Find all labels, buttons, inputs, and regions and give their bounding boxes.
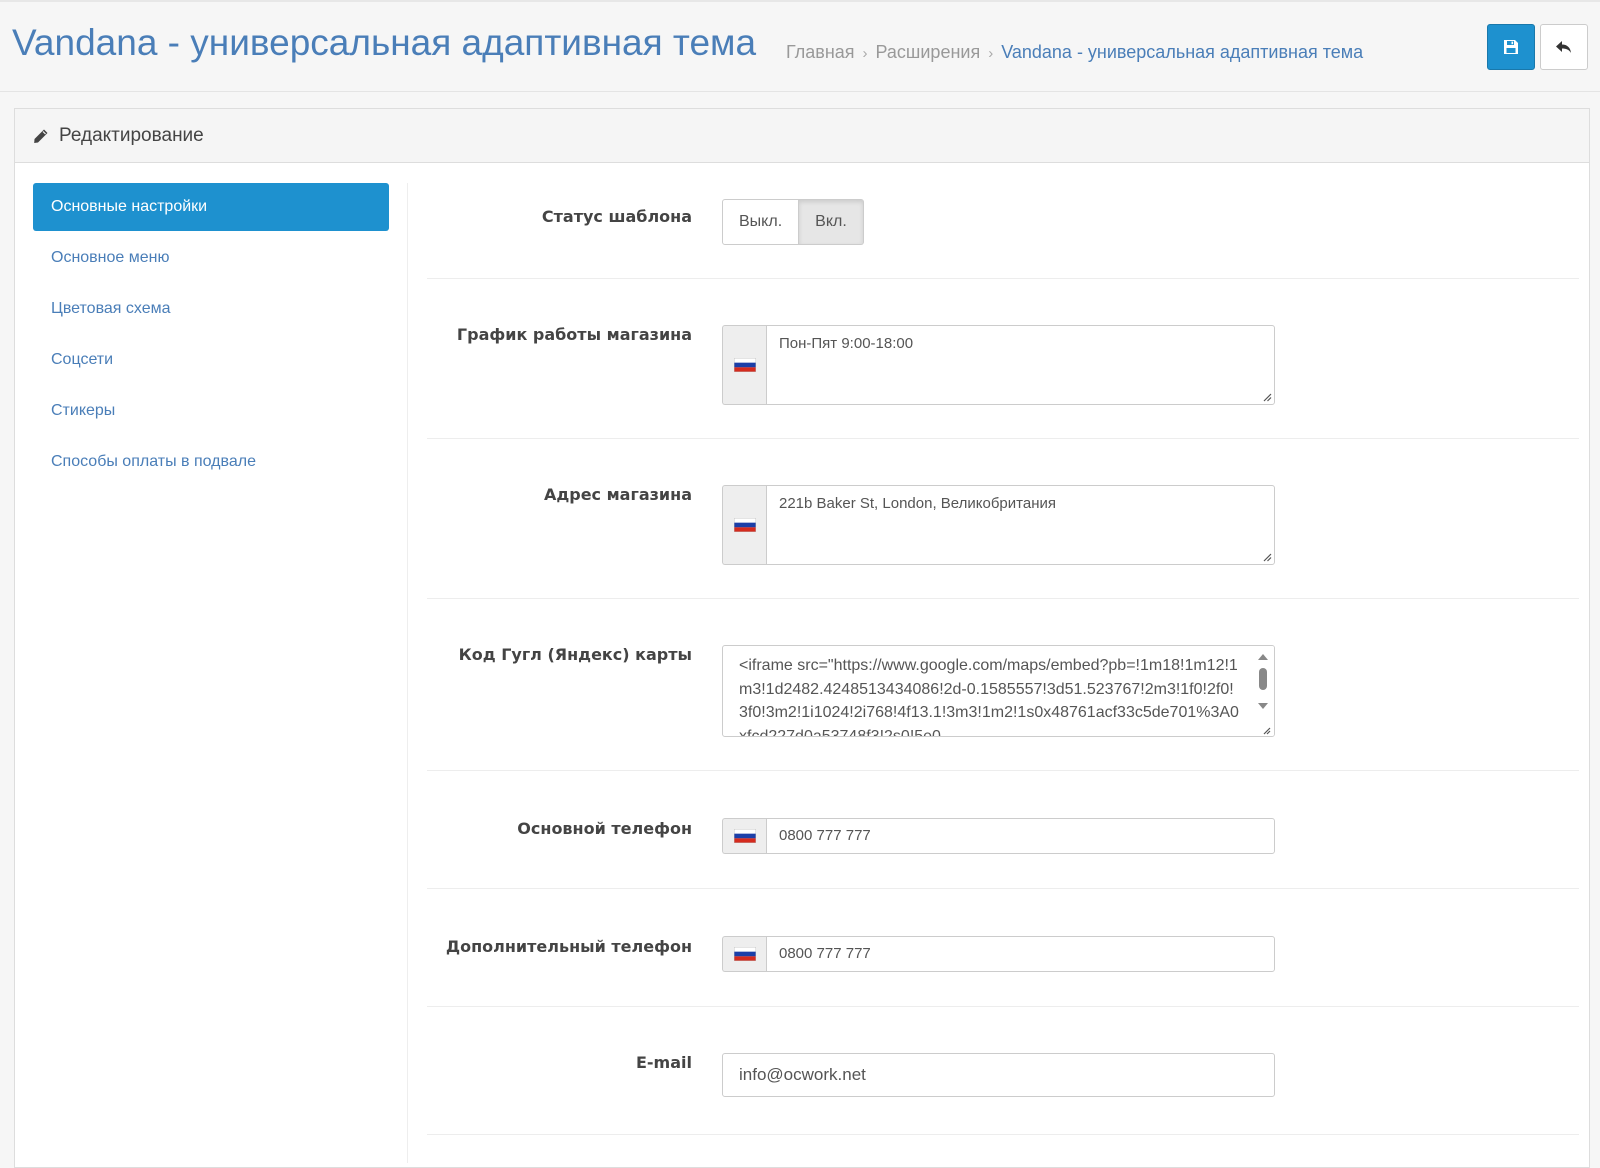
breadcrumb-home[interactable]: Главная [786,42,855,62]
resize-handle-icon[interactable] [1262,552,1272,562]
russia-flag-icon [734,358,756,372]
page-title: Vandana - универсальная адаптивная тема [12,22,757,63]
breadcrumb-extensions[interactable]: Расширения [876,42,981,62]
language-addon [722,818,766,854]
hours-value: Пон-Пят 9:00-18:00 [779,335,914,352]
floppy-disk-icon [1504,40,1518,54]
form-group-phone: Основной телефон 0800 777 777 [427,771,1579,889]
breadcrumb-current[interactable]: Vandana - универсальная адаптивная тема [1001,42,1363,62]
panel-title: Редактирование [59,124,204,146]
scrollbar-arrows-icon [1258,654,1271,735]
form-group-map: Код Гугл (Яндекс) карты <iframe src="htt… [427,599,1579,771]
form-group-email: E-mail info@ocwork.net [427,1007,1579,1135]
form-group-address: Адрес магазина 221b Baker St, London, Ве… [427,439,1579,599]
status-on-button[interactable]: Вкл. [799,199,864,245]
map-code-value: <iframe src="https://www.google.com/maps… [739,657,1239,737]
form-group-hours: График работы магазина Пон-Пят 9:00-18:0… [427,279,1579,439]
sidebar-item-footer-payments[interactable]: Способы оплаты в подвале [33,438,389,486]
phone2-input[interactable]: 0800 777 777 [766,936,1275,972]
russia-flag-icon [734,829,756,843]
map-code-textarea[interactable]: <iframe src="https://www.google.com/maps… [722,645,1275,737]
phone-input[interactable]: 0800 777 777 [766,818,1275,854]
breadcrumb-separator: › [988,45,994,62]
page-header: Vandana - универсальная адаптивная тема … [0,0,1600,92]
russia-flag-icon [734,947,756,961]
address-textarea[interactable]: 221b Baker St, London, Великобритания [766,485,1275,565]
status-label: Статус шаблона [541,207,692,226]
settings-sidebar: Основные настройки Основное меню Цветова… [33,183,389,489]
save-button[interactable] [1487,24,1535,70]
sidebar-item-main-settings[interactable]: Основные настройки [33,183,389,231]
phone-label: Основной телефон [517,819,692,838]
breadcrumb-separator: › [862,45,868,62]
panel-heading: Редактирование [15,109,1589,163]
sidebar-item-stickers[interactable]: Стикеры [33,387,389,435]
language-addon [722,325,766,405]
email-label: E-mail [635,1053,692,1072]
address-value: 221b Baker St, London, Великобритания [779,495,1056,512]
hours-textarea[interactable]: Пон-Пят 9:00-18:00 [766,325,1275,405]
resize-handle-icon[interactable] [1262,392,1272,402]
map-code-scrollbar[interactable] [1252,646,1274,736]
form-group-phone2: Дополнительный телефон 0800 777 777 [427,889,1579,1007]
status-off-button[interactable]: Выкл. [722,199,800,245]
language-addon [722,485,766,565]
back-button[interactable] [1540,24,1588,70]
column-divider [407,183,408,1163]
map-label: Код Гугл (Яндекс) карты [458,645,692,664]
address-label: Адрес магазина [543,485,692,504]
sidebar-item-main-menu[interactable]: Основное меню [33,234,389,282]
settings-form: Статус шаблона Выкл. Вкл. График работы … [427,181,1579,1135]
pencil-icon [34,129,48,143]
breadcrumb: Главная › Расширения › Vandana - универсальн… [786,42,1363,63]
email-input[interactable]: info@ocwork.net [722,1053,1275,1097]
form-group-status: Статус шаблона Выкл. Вкл. [427,181,1579,279]
edit-panel: Редактирование Основные настройки Основн… [14,108,1590,1168]
phone2-label: Дополнительный телефон [445,937,692,956]
russia-flag-icon [734,518,756,532]
language-addon [722,936,766,972]
hours-label: График работы магазина [456,325,692,344]
sidebar-item-color-scheme[interactable]: Цветовая схема [33,285,389,333]
header-actions [1487,24,1588,70]
status-toggle: Выкл. Вкл. [722,199,864,245]
sidebar-item-social[interactable]: Соцсети [33,336,389,384]
reply-icon [1556,41,1571,53]
